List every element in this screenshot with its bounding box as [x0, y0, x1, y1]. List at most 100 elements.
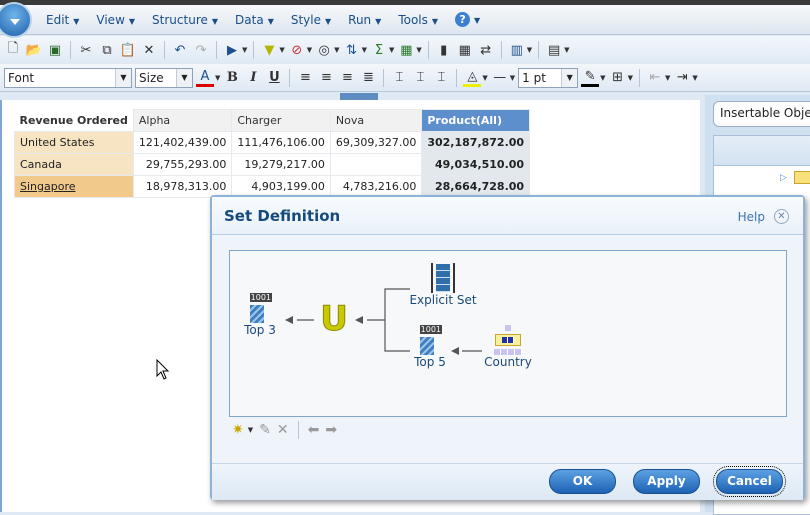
cell[interactable]: 69,309,327.00 — [329, 131, 423, 154]
menu-help[interactable]: ? ▼ — [455, 12, 480, 27]
divider — [500, 41, 502, 59]
cancel-button[interactable]: Cancel — [713, 466, 786, 497]
union-icon[interactable]: U — [314, 301, 354, 338]
delete-icon[interactable]: ✕ — [140, 41, 158, 59]
help-link[interactable]: Help — [738, 210, 765, 224]
italic-icon[interactable]: I — [244, 69, 262, 87]
divider — [638, 68, 640, 87]
move-right-icon[interactable]: ➡ — [325, 422, 337, 438]
valign-bottom-icon[interactable]: ⌶ — [432, 69, 450, 87]
row-header-selected[interactable]: Singapore — [14, 175, 134, 198]
run-icon[interactable]: ▶ — [223, 41, 241, 59]
cell[interactable]: 19,279,217.00 — [231, 153, 331, 176]
sort-icon[interactable]: ⇅ — [343, 41, 361, 59]
menu-view[interactable]: View ▼ — [96, 13, 135, 27]
total-cell[interactable]: 302,187,872.00 — [421, 131, 531, 154]
menu-edit[interactable]: Edit ▼ — [46, 13, 79, 27]
new-icon[interactable]: 🗋 — [4, 41, 22, 59]
report-format-icon[interactable]: ▤ — [545, 41, 563, 59]
font-select[interactable]: Font ▼ — [4, 67, 132, 88]
open-icon[interactable]: 📂 — [25, 41, 43, 59]
node-top-5[interactable]: 1001 Top 5 — [410, 325, 450, 369]
underline-icon[interactable]: U — [265, 69, 283, 87]
font-color-icon[interactable]: A — [196, 69, 214, 87]
node-label: Country — [484, 355, 532, 369]
bold-icon[interactable]: B — [223, 69, 241, 87]
justify-icon[interactable]: ≣ — [359, 69, 377, 87]
summarize-icon[interactable]: Σ — [370, 41, 388, 59]
redo-icon[interactable]: ↷ — [192, 41, 210, 59]
copy-icon[interactable]: ⧉ — [98, 41, 116, 59]
column-header-total[interactable]: Product(All) — [421, 109, 531, 132]
line-width-value: 1 pt — [522, 70, 546, 85]
align-left-icon[interactable]: ≡ — [296, 69, 314, 87]
decrease-indent-icon[interactable]: ⇤ — [646, 69, 664, 87]
cut-icon[interactable]: ✂ — [77, 41, 95, 59]
fill-color-icon[interactable]: ◬ — [463, 69, 482, 87]
menu-style[interactable]: Style ▼ — [291, 13, 331, 27]
swap-icon[interactable]: ⇄ — [477, 41, 495, 59]
undo-icon[interactable]: ↶ — [171, 41, 189, 59]
divider — [538, 41, 540, 59]
row-header[interactable]: United States — [14, 131, 134, 154]
align-center-icon[interactable]: ≡ — [317, 69, 335, 87]
node-label: Explicit Set — [409, 293, 477, 307]
divider — [253, 41, 255, 59]
cell[interactable]: 121,402,439.00 — [132, 131, 233, 154]
filter-icon[interactable]: ▼ — [260, 41, 278, 59]
menu-structure[interactable]: Structure ▼ — [152, 13, 218, 27]
valign-middle-icon[interactable]: ⌶ — [411, 69, 429, 87]
suppress-icon[interactable]: ⊘ — [288, 41, 306, 59]
menu-tools[interactable]: Tools ▼ — [398, 13, 438, 27]
expand-icon[interactable]: ▷ — [780, 173, 787, 183]
section-icon[interactable]: ▮ — [435, 41, 453, 59]
node-country[interactable]: Country — [480, 325, 536, 369]
cell[interactable]: 29,755,293.00 — [132, 153, 233, 176]
column-header[interactable]: Alpha — [132, 109, 233, 132]
valign-top-icon[interactable]: ⌶ — [390, 69, 408, 87]
column-header[interactable]: Charger — [231, 109, 331, 132]
ok-button[interactable]: OK — [549, 469, 616, 494]
toolbar-collapse-handle[interactable] — [340, 93, 378, 100]
menu-run[interactable]: Run ▼ — [348, 13, 381, 27]
divider — [216, 41, 217, 59]
edit-icon[interactable]: ✎ — [259, 422, 271, 438]
node-label: Top 5 — [414, 355, 446, 369]
delete-icon[interactable]: ✕ — [277, 422, 289, 438]
table-row: United States 121,402,439.00 111,476,106… — [14, 131, 531, 154]
column-header[interactable]: Nova — [329, 109, 423, 132]
save-icon[interactable]: ▣ — [46, 41, 64, 59]
size-select[interactable]: Size ▼ — [135, 67, 193, 88]
align-right-icon[interactable]: ≡ — [338, 69, 356, 87]
menu-label: Edit — [46, 12, 70, 27]
line-width-select[interactable]: 1 pt ▼ — [518, 67, 579, 88]
level-icon — [494, 325, 522, 355]
menu-bar: Edit ▼ View ▼ Structure ▼ Data ▼ Style ▼ Run ▼… — [0, 5, 810, 35]
line-color-icon[interactable]: ✎ — [581, 69, 600, 87]
cell[interactable] — [329, 153, 423, 176]
move-left-icon[interactable]: ⬅ — [308, 422, 320, 438]
total-cell[interactable]: 49,034,510.00 — [421, 153, 531, 176]
insertable-objects-tab[interactable]: Insertable Objects — [713, 101, 810, 127]
dialog-footer: OK Apply Cancel — [212, 463, 803, 500]
crosstab-icon[interactable]: ▦ — [456, 41, 474, 59]
calculate-icon[interactable]: ▦ — [397, 41, 415, 59]
menu-label: Data — [235, 12, 264, 27]
mouse-cursor-icon — [156, 359, 170, 380]
apply-button[interactable]: Apply — [633, 469, 700, 494]
borders-icon[interactable]: ⊞ — [609, 69, 627, 87]
node-explicit-set[interactable]: Explicit Set — [408, 263, 478, 307]
new-set-icon[interactable]: ✷ — [232, 422, 244, 438]
close-icon[interactable]: ✕ — [774, 209, 789, 224]
increase-indent-icon[interactable]: ⇥ — [673, 69, 691, 87]
paste-icon[interactable]: 📋 — [119, 41, 137, 59]
node-top-3[interactable]: 1001 Top 3 — [238, 293, 282, 337]
menu-data[interactable]: Data ▼ — [235, 13, 274, 27]
cell[interactable]: 111,476,106.00 — [231, 131, 331, 154]
line-style-icon[interactable]: — — [491, 69, 509, 87]
divider — [297, 421, 299, 439]
menu-label: Structure — [152, 12, 208, 27]
drill-icon[interactable]: ◎ — [315, 41, 333, 59]
row-header[interactable]: Canada — [14, 153, 134, 176]
chart-icon[interactable]: ▥ — [508, 41, 526, 59]
